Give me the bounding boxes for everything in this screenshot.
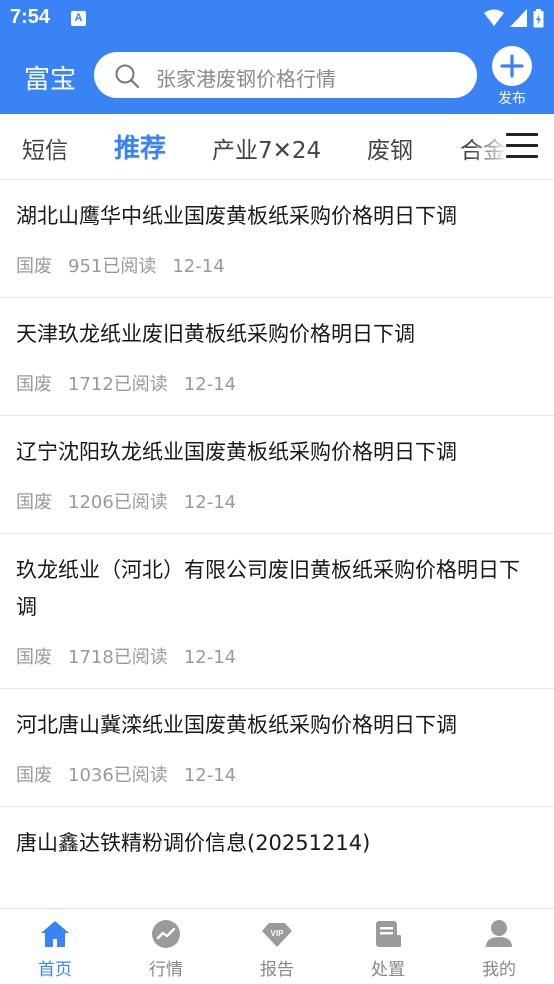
- bottom-nav: 首页 行情 VIP 报告 处置 我的: [0, 908, 554, 984]
- list-item[interactable]: 辽宁沈阳玖龙纸业国废黄板纸采购价格明日下调 国废 1206已阅读 12-14: [0, 416, 554, 534]
- search-input[interactable]: 张家港废钢价格行情: [94, 52, 477, 98]
- item-title: 河北唐山冀滦纸业国废黄板纸采购价格明日下调: [16, 713, 457, 737]
- search-icon: [115, 64, 140, 89]
- nav-disposal[interactable]: 处置: [333, 909, 443, 984]
- search-placeholder: 张家港废钢价格行情: [156, 67, 336, 91]
- item-meta: 国废 1036已阅读 12-14: [16, 761, 538, 806]
- system-icons: [484, 8, 544, 28]
- tab-recommend[interactable]: 推荐: [114, 128, 166, 165]
- trend-icon: [152, 920, 180, 948]
- news-feed: 湖北山鹰华中纸业国废黄板纸采购价格明日下调 国废 951已阅读 12-14 天津玖龙…: [0, 180, 554, 908]
- item-category: 国废: [16, 256, 52, 277]
- tab-industry-7x24[interactable]: 产业7✕24: [212, 131, 321, 165]
- item-reads: 1206已阅读: [68, 492, 168, 513]
- item-reads: 951已阅读: [68, 256, 157, 277]
- item-title: 唐山鑫达铁精粉调价信息(20251214): [16, 831, 371, 855]
- plus-icon: [492, 46, 532, 86]
- wifi-icon: [484, 9, 504, 26]
- status-time: 7:54: [10, 6, 51, 28]
- list-item[interactable]: 玖龙纸业（河北）有限公司废旧黄板纸采购价格明日下调 国废 1718已阅读 12-14: [0, 534, 554, 689]
- tab-fade: [470, 114, 510, 179]
- item-reads: 1718已阅读: [68, 647, 168, 668]
- item-date: 12-14: [183, 647, 237, 668]
- tab-sms[interactable]: 短信: [22, 131, 68, 165]
- home-icon: [41, 921, 69, 947]
- item-meta: 国废 1718已阅读 12-14: [16, 643, 538, 688]
- signal-icon: [510, 9, 527, 27]
- vip-diamond-icon: VIP: [262, 923, 292, 947]
- tab-scrap-steel[interactable]: 废钢: [367, 131, 413, 165]
- item-title: 天津玖龙纸业废旧黄板纸采购价格明日下调: [16, 322, 415, 346]
- item-meta: 国废 951已阅读 12-14: [16, 252, 538, 297]
- list-item[interactable]: 天津玖龙纸业废旧黄板纸采购价格明日下调 国废 1712已阅读 12-14: [0, 298, 554, 416]
- item-date: 12-14: [172, 256, 225, 277]
- category-tabs: 短信 推荐 产业7✕24 废钢 合金: [0, 114, 554, 180]
- publish-label: 发布: [498, 91, 526, 107]
- list-item[interactable]: 河北唐山冀滦纸业国废黄板纸采购价格明日下调 国废 1036已阅读 12-14: [0, 689, 554, 807]
- item-reads: 1036已阅读: [68, 765, 168, 786]
- top-header: 7:54 A 富宝 张家港废钢价格行情 发布: [0, 0, 554, 114]
- nav-label: 我的: [482, 960, 516, 980]
- list-item[interactable]: 唐山鑫达铁精粉调价信息(20251214): [0, 807, 554, 908]
- svg-text:VIP: VIP: [271, 929, 285, 938]
- item-meta: [16, 879, 538, 908]
- item-category: 国废: [16, 647, 52, 668]
- nav-label: 处置: [371, 960, 405, 980]
- item-reads: 1712已阅读: [68, 374, 168, 395]
- list-item[interactable]: 湖北山鹰华中纸业国废黄板纸采购价格明日下调 国废 951已阅读 12-14: [0, 180, 554, 298]
- item-date: 12-14: [183, 492, 237, 513]
- nav-profile[interactable]: 我的: [444, 909, 554, 984]
- battery-icon: [533, 8, 544, 27]
- item-title: 湖北山鹰华中纸业国废黄板纸采购价格明日下调: [16, 204, 457, 228]
- item-title: 玖龙纸业（河北）有限公司废旧黄板纸采购价格明日下调: [16, 558, 520, 619]
- nav-report[interactable]: VIP 报告: [222, 909, 332, 984]
- nav-home[interactable]: 首页: [0, 909, 110, 984]
- item-title: 辽宁沈阳玖龙纸业国废黄板纸采购价格明日下调: [16, 440, 457, 464]
- nav-label: 行情: [149, 960, 183, 980]
- document-icon: [376, 921, 401, 947]
- item-meta: 国废 1712已阅读 12-14: [16, 370, 538, 415]
- status-bar: 7:54 A: [0, 0, 554, 38]
- nav-label: 报告: [260, 960, 294, 980]
- menu-icon[interactable]: [506, 132, 538, 160]
- item-date: 12-14: [183, 374, 237, 395]
- publish-button[interactable]: 发布: [490, 46, 534, 107]
- item-category: 国废: [16, 374, 52, 395]
- brand-title: 富宝: [24, 65, 77, 95]
- item-category: 国废: [16, 765, 52, 786]
- nav-market[interactable]: 行情: [111, 909, 221, 984]
- user-icon: [486, 920, 512, 947]
- notification-icon: A: [71, 11, 86, 26]
- item-date: 12-14: [183, 765, 237, 786]
- item-category: 国废: [16, 492, 52, 513]
- nav-label: 首页: [38, 960, 72, 980]
- app-bar: 富宝 张家港废钢价格行情 发布: [0, 38, 554, 114]
- item-meta: 国废 1206已阅读 12-14: [16, 488, 538, 533]
